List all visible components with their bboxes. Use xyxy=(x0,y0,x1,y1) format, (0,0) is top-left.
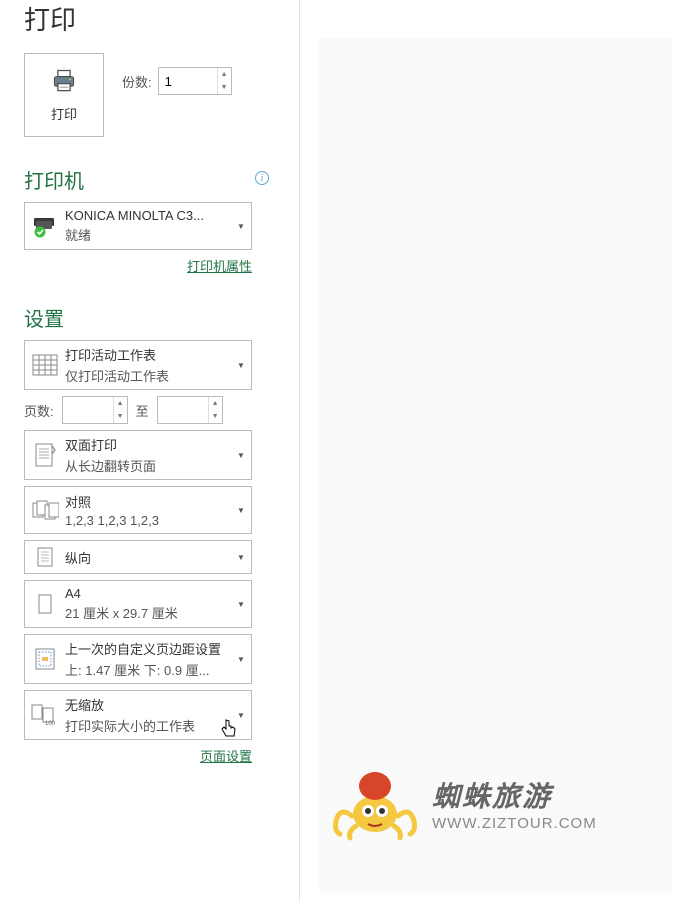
settings-section-title: 设置 xyxy=(24,303,299,332)
chevron-down-icon: ▼ xyxy=(231,341,251,389)
collate-selector[interactable]: 对照 1,2,3 1,2,3 1,2,3 ▼ xyxy=(24,486,252,534)
margins-title: 上一次的自定义页边距设置 xyxy=(65,639,231,658)
printer-status-icon xyxy=(25,203,65,249)
duplex-selector[interactable]: 双面打印 从长边翻转页面 ▼ xyxy=(24,430,252,480)
preview-panel: 蜘蛛旅游 WWW.ZIZTOUR.COM xyxy=(320,40,671,891)
print-button-label: 打印 xyxy=(51,104,77,123)
watermark-url: WWW.ZIZTOUR.COM xyxy=(432,815,597,832)
chevron-down-icon: ▼ xyxy=(231,431,251,479)
scaling-title: 无缩放 xyxy=(65,695,231,714)
scaling-icon: 100 xyxy=(25,691,65,739)
paper-size-icon xyxy=(25,581,65,627)
chevron-down-icon: ▼ xyxy=(231,203,251,249)
chevron-down-icon: ▼ xyxy=(231,635,251,683)
pages-from-input[interactable] xyxy=(63,397,113,423)
chevron-down-icon: ▼ xyxy=(231,541,251,573)
spider-logo-icon xyxy=(330,766,420,841)
pages-to-up[interactable]: ▲ xyxy=(209,397,222,410)
scaling-sub: 打印实际大小的工作表 xyxy=(65,716,231,735)
duplex-title: 双面打印 xyxy=(65,435,231,454)
collate-title: 对照 xyxy=(65,492,231,511)
pages-from-up[interactable]: ▲ xyxy=(114,397,127,410)
print-button[interactable]: 打印 xyxy=(24,53,104,137)
orientation-title: 纵向 xyxy=(65,548,231,567)
printer-status: 就绪 xyxy=(65,225,231,244)
watermark-chinese: 蜘蛛旅游 xyxy=(432,775,597,815)
chevron-down-icon: ▼ xyxy=(231,487,251,533)
printer-icon xyxy=(50,67,78,98)
copies-spinner[interactable]: ▲ ▼ xyxy=(158,67,232,95)
paper-size-selector[interactable]: A4 21 厘米 x 29.7 厘米 ▼ xyxy=(24,580,252,628)
copies-input[interactable] xyxy=(159,68,217,94)
pages-to-spinner[interactable]: ▲ ▼ xyxy=(157,396,223,424)
copies-label: 份数: xyxy=(122,72,152,91)
page-title: 打印 xyxy=(24,0,299,37)
printer-selector[interactable]: KONICA MINOLTA C3... 就绪 ▼ xyxy=(24,202,252,250)
copies-down[interactable]: ▼ xyxy=(218,81,231,94)
duplex-sub: 从长边翻转页面 xyxy=(65,456,231,475)
page-setup-link[interactable]: 页面设置 xyxy=(200,749,252,764)
copies-up[interactable]: ▲ xyxy=(218,68,231,81)
orientation-icon xyxy=(25,541,65,573)
pages-from-down[interactable]: ▼ xyxy=(114,410,127,423)
duplex-icon xyxy=(25,431,65,479)
watermark: 蜘蛛旅游 WWW.ZIZTOUR.COM xyxy=(330,766,597,841)
margins-icon xyxy=(25,635,65,683)
print-range-title: 打印活动工作表 xyxy=(65,345,231,364)
pages-to-label: 至 xyxy=(136,401,149,420)
pages-from-spinner[interactable]: ▲ ▼ xyxy=(62,396,128,424)
scaling-selector[interactable]: 100 无缩放 打印实际大小的工作表 ▼ xyxy=(24,690,252,740)
margins-selector[interactable]: 上一次的自定义页边距设置 上: 1.47 厘米 下: 0.9 厘... ▼ xyxy=(24,634,252,684)
info-icon[interactable]: i xyxy=(255,171,269,185)
paper-size-sub: 21 厘米 x 29.7 厘米 xyxy=(65,603,231,622)
margins-sub: 上: 1.47 厘米 下: 0.9 厘... xyxy=(65,660,231,679)
svg-text:100: 100 xyxy=(45,721,56,727)
collate-icon xyxy=(25,487,65,533)
pages-to-down[interactable]: ▼ xyxy=(209,410,222,423)
chevron-down-icon: ▼ xyxy=(231,691,251,739)
printer-section-title: 打印机 i xyxy=(24,165,299,194)
paper-size-title: A4 xyxy=(65,586,231,601)
collate-sub: 1,2,3 1,2,3 1,2,3 xyxy=(65,513,231,528)
pages-from-label: 页数: xyxy=(24,401,54,420)
worksheet-icon xyxy=(25,341,65,389)
chevron-down-icon: ▼ xyxy=(231,581,251,627)
orientation-selector[interactable]: 纵向 ▼ xyxy=(24,540,252,574)
printer-properties-link[interactable]: 打印机属性 xyxy=(187,259,252,274)
print-range-selector[interactable]: 打印活动工作表 仅打印活动工作表 ▼ xyxy=(24,340,252,390)
printer-name: KONICA MINOLTA C3... xyxy=(65,208,231,223)
print-range-sub: 仅打印活动工作表 xyxy=(65,366,231,385)
pages-to-input[interactable] xyxy=(158,397,208,423)
